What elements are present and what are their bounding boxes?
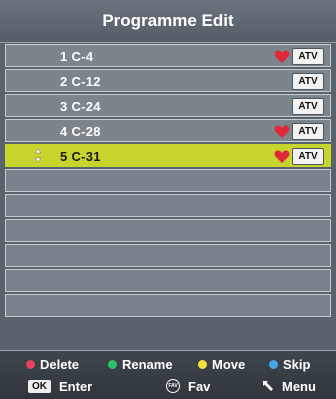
channel-type-badge: ATV — [292, 98, 324, 115]
channel-label: 5 C-31 — [60, 149, 101, 164]
fav-key-icon: FAV — [166, 379, 180, 393]
move-updown-arrows-icon — [34, 148, 42, 163]
channel-type-badge: ATV — [292, 48, 324, 65]
rename-hint[interactable]: Rename — [108, 357, 173, 372]
menu-hint[interactable]: Menu — [262, 379, 316, 394]
fav-label: Fav — [188, 378, 211, 394]
programme-edit-panel: Programme Edit 1 C-4 ATV 2 C-12 ATV 3 C-… — [0, 0, 336, 399]
ok-key-icon: OK — [28, 379, 51, 393]
favorite-heart-icon — [274, 150, 290, 163]
channel-row[interactable]: 3 C-24 ATV — [5, 94, 331, 117]
empty-channel-slot — [5, 269, 331, 292]
move-label: Move — [212, 356, 246, 372]
channel-row[interactable]: 1 C-4 ATV — [5, 44, 331, 67]
empty-channel-slot — [5, 219, 331, 242]
blue-key-icon — [269, 359, 278, 369]
green-key-icon — [108, 359, 117, 369]
empty-channel-slot — [5, 169, 331, 192]
channel-row[interactable]: 4 C-28 ATV — [5, 119, 331, 142]
menu-label: Menu — [282, 378, 316, 394]
favorite-heart-icon — [274, 125, 290, 138]
channel-type-badge: ATV — [292, 148, 324, 165]
channel-label: 1 C-4 — [60, 49, 94, 64]
enter-hint[interactable]: OK Enter — [28, 379, 92, 394]
enter-label: Enter — [59, 378, 93, 394]
rename-label: Rename — [122, 356, 173, 372]
yellow-key-icon — [198, 359, 207, 369]
empty-channel-slot — [5, 194, 331, 217]
channel-label: 3 C-24 — [60, 99, 101, 114]
channel-type-badge: ATV — [292, 73, 324, 90]
channel-list: 1 C-4 ATV 2 C-12 ATV 3 C-24 ATV 4 C-28 A… — [5, 44, 331, 319]
red-key-icon — [26, 359, 35, 369]
channel-row-selected[interactable]: 5 C-31 ATV — [5, 144, 331, 167]
page-title: Programme Edit — [0, 0, 336, 43]
channel-label: 2 C-12 — [60, 74, 101, 89]
empty-channel-slot — [5, 294, 331, 317]
favorite-heart-icon — [274, 50, 290, 63]
channel-label: 4 C-28 — [60, 124, 101, 139]
empty-channel-slot — [5, 244, 331, 267]
delete-label: Delete — [40, 356, 80, 372]
delete-hint[interactable]: Delete — [26, 357, 79, 372]
skip-label: Skip — [283, 356, 311, 372]
fav-hint[interactable]: FAV Fav — [166, 379, 210, 394]
move-hint[interactable]: Move — [198, 357, 245, 372]
channel-type-badge: ATV — [292, 123, 324, 140]
channel-row[interactable]: 2 C-12 ATV — [5, 69, 331, 92]
return-arrow-icon — [263, 381, 273, 391]
skip-hint[interactable]: Skip — [269, 357, 310, 372]
button-legend: Delete Rename Move Skip OK Enter FAV Fav… — [0, 350, 336, 399]
